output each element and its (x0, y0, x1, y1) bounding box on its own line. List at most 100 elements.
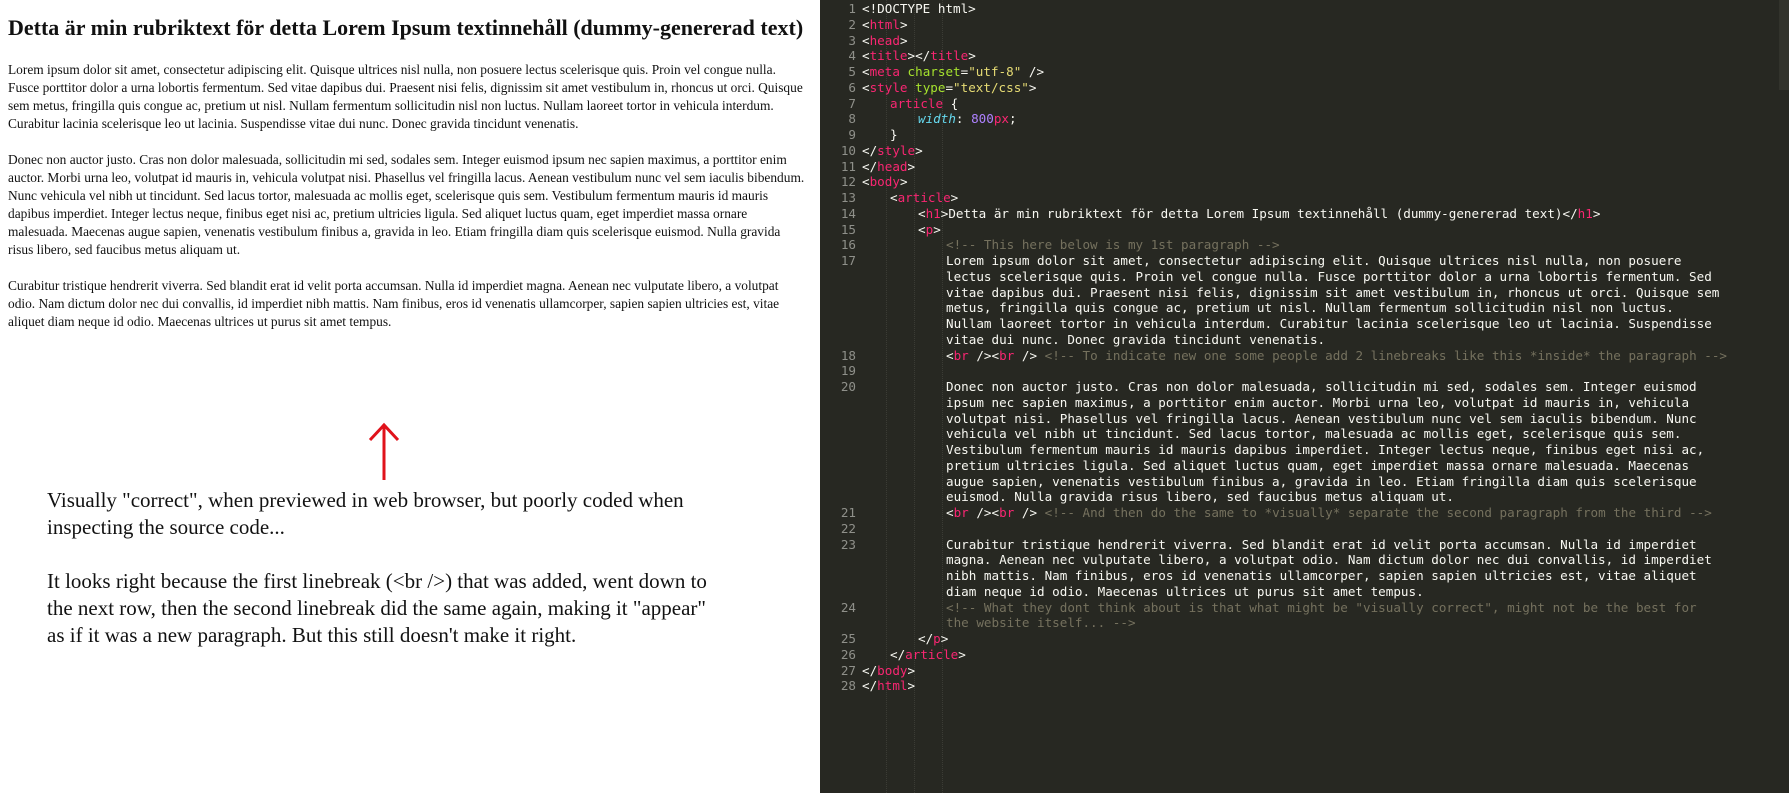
article: Detta är min rubriktext för detta Lorem … (8, 14, 808, 349)
code-token: body (877, 662, 908, 678)
code-token: px (993, 111, 1010, 127)
code-token: /> (1014, 347, 1045, 363)
minimap[interactable] (1779, 0, 1789, 90)
annotation-text-2: It looks right because the first linebre… (47, 569, 707, 647)
code-token: metus, fringilla quis congue ac, pretium… (946, 300, 1674, 316)
code-token: < (946, 505, 954, 520)
code-token: head (877, 158, 908, 174)
code-token: : (955, 111, 972, 127)
code-token: <!-- To indicate new one some people add… (1044, 347, 1728, 363)
code-token: ></ (907, 48, 931, 64)
code-token: < (862, 79, 870, 95)
code-token: width (918, 111, 956, 127)
code-token: meta (869, 64, 900, 79)
code-token: Vestibulum fermentum mauris id mauris da… (946, 442, 1705, 457)
code-token: > (1592, 205, 1601, 221)
code-token: />< (968, 347, 1000, 363)
code-token: nibh mattis. Nam finibus, eros id venena… (946, 568, 1697, 583)
code-token: = (945, 79, 954, 95)
code-token: <!-- This here below is my 1st paragraph… (946, 237, 1280, 253)
code-token: head (869, 32, 900, 48)
code-token: br (953, 505, 969, 520)
code-token: > (907, 158, 916, 174)
code-token: > (1028, 79, 1037, 95)
code-token: vitae dapibus dui. Praesent nisi felis, … (946, 284, 1720, 300)
arrow-up-icon (368, 422, 400, 480)
code-token: < (862, 174, 870, 190)
code-token: br (953, 347, 969, 363)
code-token: Curabitur tristique hendrerit viverra. S… (946, 536, 1697, 552)
code-token: </ (862, 662, 878, 678)
code-token: Nullam laoreet tortor in vehicula interd… (946, 316, 1712, 331)
annotation-note: Visually "correct", when previewed in we… (47, 487, 707, 676)
code-token: < (890, 190, 898, 205)
code-token: pretium ultricies ligula. Sed aliquet lu… (946, 457, 1690, 473)
code-token: </ (862, 142, 878, 158)
code-token: title (869, 48, 908, 64)
code-token: p (933, 631, 941, 646)
code-token: > (899, 174, 908, 190)
code-token: volutpat nisi. Phasellus vel fringilla l… (946, 410, 1697, 426)
code-token: < (862, 64, 870, 79)
code-token: ipsum nec sapien maximus, a porttitor en… (946, 394, 1690, 410)
code-token: body (869, 174, 900, 190)
page-heading: Detta är min rubriktext för detta Lorem … (8, 15, 804, 40)
code-token: < (862, 48, 870, 64)
code-token: } (890, 127, 898, 142)
code-token: html (869, 16, 900, 32)
code-token: magna. Aenean nec vulputate libero, a vo… (946, 552, 1712, 568)
paragraph-2: Donec non auctor justo. Cras non dolor m… (8, 152, 805, 257)
code-token: < (862, 16, 870, 32)
code-token: h1 (925, 205, 941, 221)
code-token: type (915, 79, 946, 95)
code-token: < (946, 347, 954, 363)
code-line[interactable]: </html> (862, 677, 1777, 695)
code-token: /> (1014, 505, 1045, 520)
annotation-text-1: Visually "correct", when previewed in we… (47, 488, 684, 539)
code-token: < (918, 221, 926, 237)
code-token: article (897, 190, 951, 205)
code-token: </ (862, 678, 878, 694)
code-token: <!-- And then do the same to *visually* … (1044, 505, 1712, 520)
code-token: > (907, 678, 916, 694)
code-token: > (950, 190, 959, 205)
code-token: charset (907, 64, 961, 79)
code-token: > (933, 221, 941, 237)
code-token: "utf-8" (968, 64, 1022, 79)
code-token: </ (918, 631, 934, 646)
code-token: Donec non auctor justo. Cras non dolor m… (946, 379, 1697, 394)
code-token: br (999, 347, 1015, 363)
code-token: style (877, 142, 916, 158)
code-token: br (999, 505, 1015, 520)
code-token: vitae dui nunc. Donec gravida tincidunt … (946, 331, 1326, 347)
code-token: Lorem ipsum dolor sit amet, consectetur … (946, 253, 1682, 268)
code-token: < (918, 205, 926, 221)
code-token: > (958, 646, 966, 662)
code-token: article (890, 95, 944, 111)
code-token: > (907, 662, 916, 678)
line-number: 28 (840, 678, 856, 694)
code-token: style (869, 79, 908, 95)
code-token: lectus scelerisque quis. Proin vel congu… (946, 268, 1712, 284)
code-token: title (930, 48, 969, 64)
code-token: /> (1021, 64, 1045, 79)
paragraph-1: Lorem ipsum dolor sit amet, consectetur … (8, 62, 803, 131)
code-token: > (899, 32, 908, 48)
code-token: < (862, 32, 870, 48)
code-editor[interactable]: 1 2 3 4 5 6 7 8 9 10 11 12 13 14 15 16 17 18 19 20 21 22 23 24 2… (820, 0, 1789, 793)
code-token: > (968, 48, 976, 64)
code-token: > (899, 16, 908, 32)
code-token: augue sapien, venenatis vestibulum finib… (946, 473, 1697, 489)
code-token: ; (1009, 111, 1017, 127)
code-token: </ (890, 646, 906, 662)
code-token: />< (968, 505, 1000, 520)
browser-preview: Detta är min rubriktext för detta Lorem … (0, 0, 820, 793)
code-token: <!DOCTYPE html> (862, 1, 976, 16)
code-token: diam neque id odio. Maecenas ultrices ut… (946, 583, 1424, 599)
line-number-gutter: 1 2 3 4 5 6 7 8 9 10 11 12 13 14 15 16 17 18 19 20 21 22 23 24 2… (820, 0, 860, 793)
code-token: html (877, 678, 908, 694)
paragraph-3: Curabitur tristique hendrerit viverra. S… (8, 278, 780, 329)
code-token: 800 (971, 111, 994, 127)
